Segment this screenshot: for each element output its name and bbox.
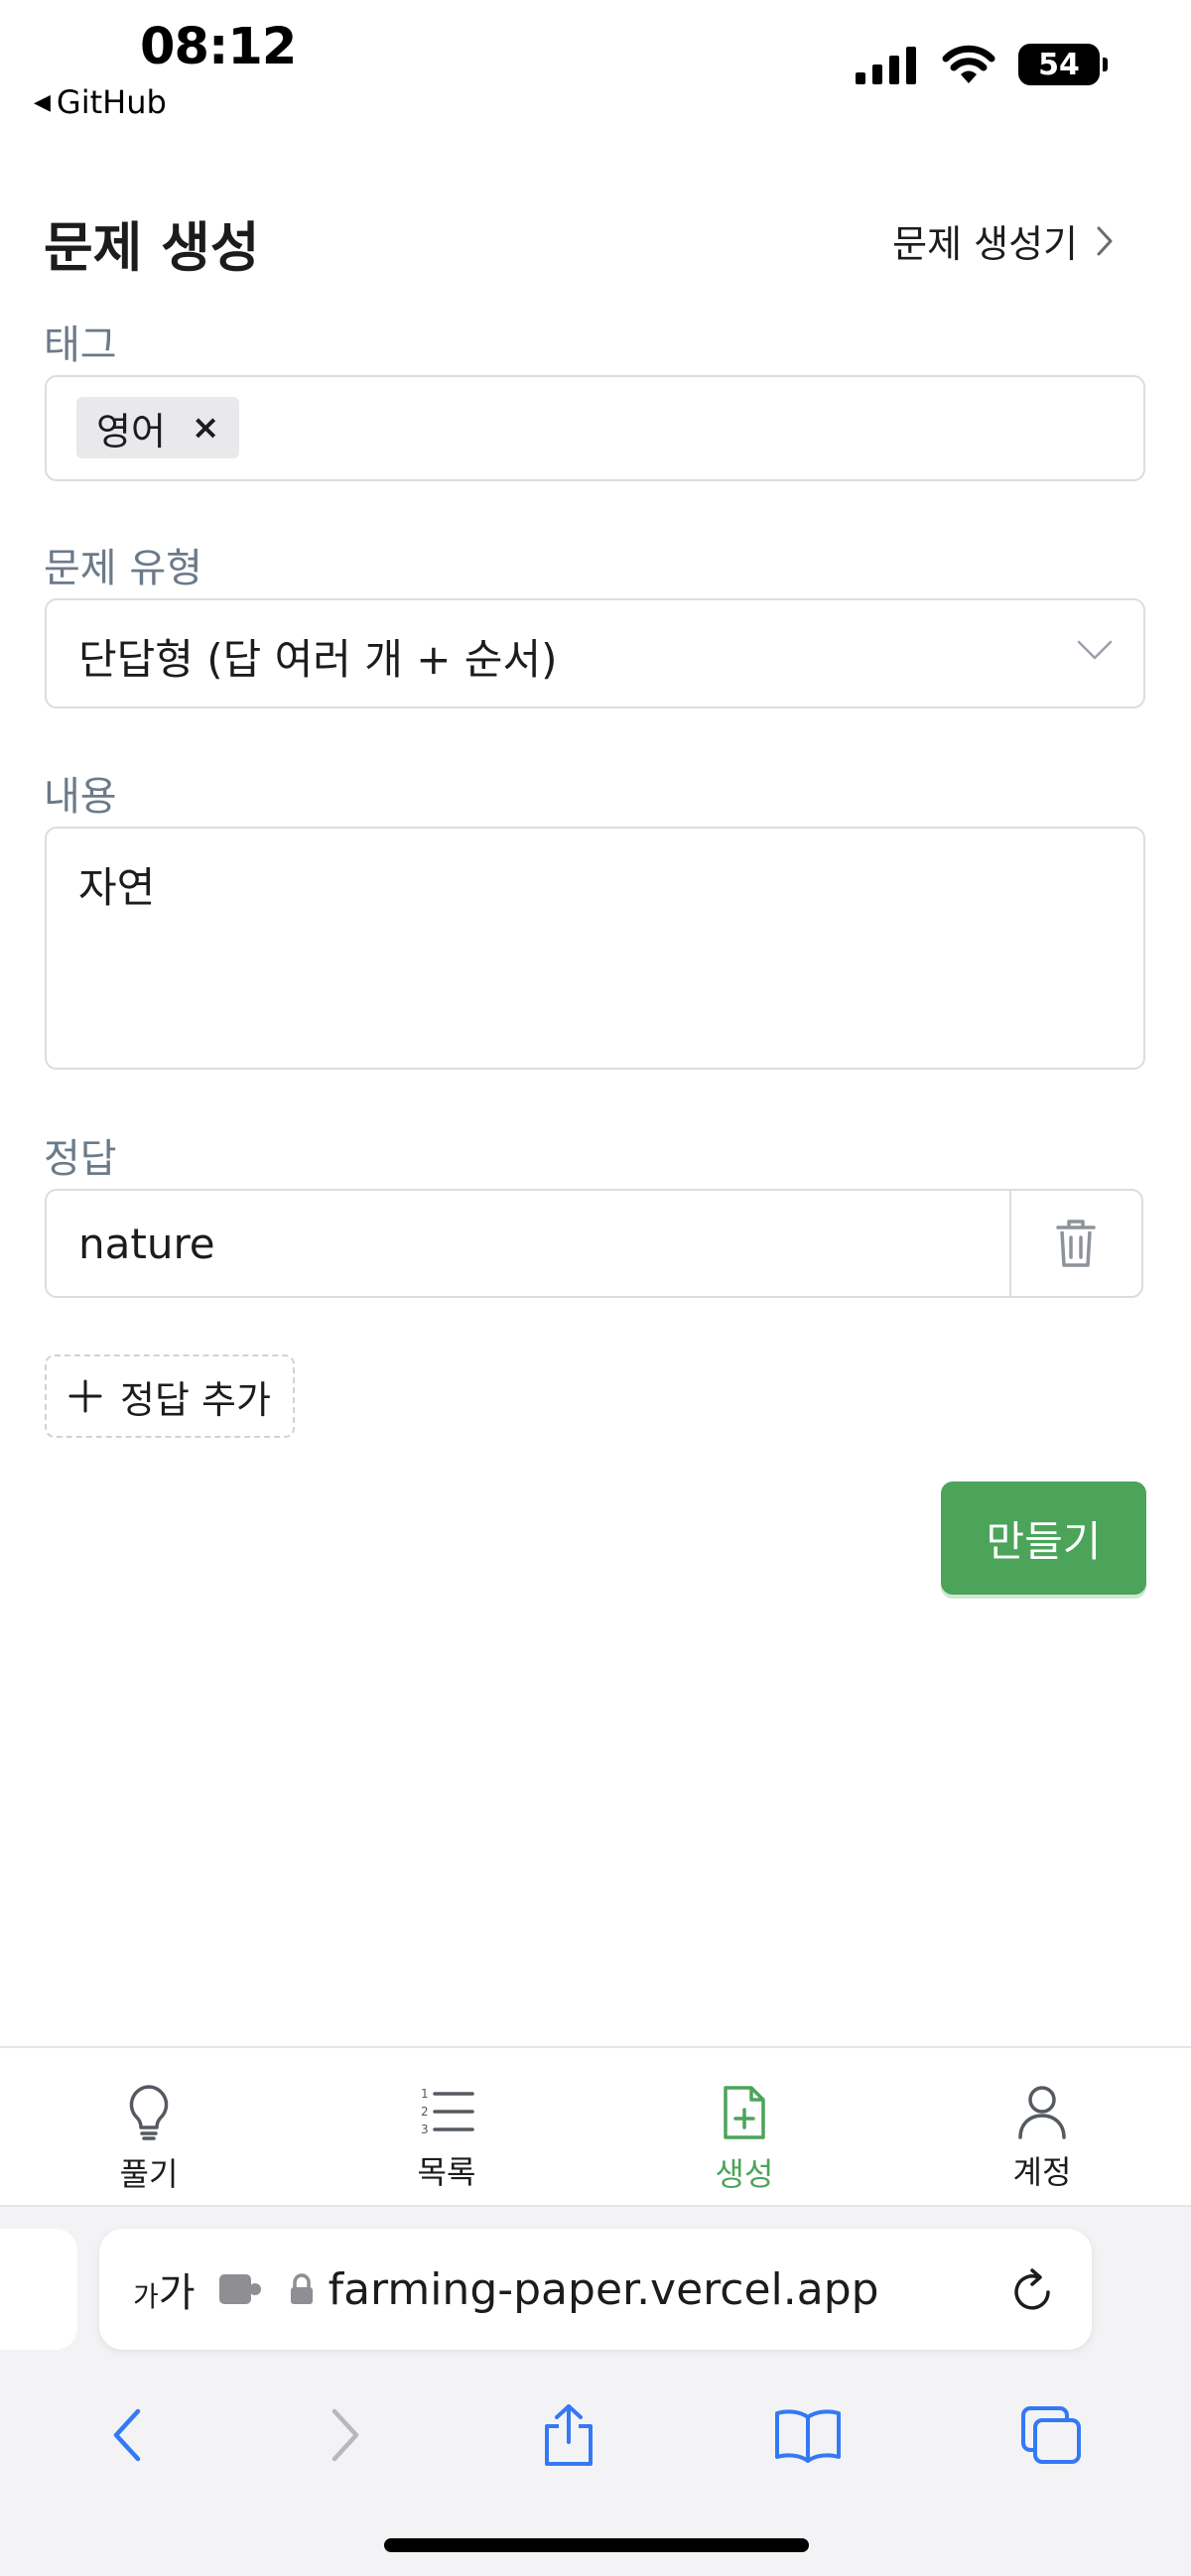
cellular-signal-icon xyxy=(856,47,916,84)
svg-text:2: 2 xyxy=(421,2105,429,2119)
content-textarea[interactable]: 자연 xyxy=(45,827,1145,1070)
answer-input[interactable]: nature xyxy=(47,1191,1011,1296)
lightbulb-icon xyxy=(129,2085,169,2140)
chevron-down-icon xyxy=(1077,640,1113,660)
reload-icon[interactable] xyxy=(1010,2266,1056,2314)
question-type-select[interactable]: 단답형 (답 여러 개 + 순서) xyxy=(45,598,1145,708)
add-answer-button[interactable]: 정답 추가 xyxy=(45,1354,295,1438)
nav-label-list: 목록 xyxy=(417,2153,476,2191)
nav-item-account[interactable]: 계정 xyxy=(893,2048,1191,2205)
add-answer-label: 정답 추가 xyxy=(120,1377,271,1422)
create-button[interactable]: 만들기 xyxy=(941,1481,1146,1595)
plus-icon xyxy=(68,1379,102,1413)
page-settings-button[interactable]: 가가 xyxy=(133,2260,196,2318)
question-type-label: 문제 유형 xyxy=(44,546,202,591)
back-app-label: GitHub xyxy=(56,83,167,121)
user-icon xyxy=(1018,2086,1066,2139)
share-icon[interactable] xyxy=(541,2402,596,2468)
tabs-icon[interactable] xyxy=(1019,2404,1083,2466)
tag-chip-label: 영어 xyxy=(96,409,166,453)
answer-label: 정답 xyxy=(44,1136,117,1182)
tag-remove-icon[interactable]: × xyxy=(192,408,220,448)
back-triangle-icon: ◀ xyxy=(34,89,51,115)
tag-chip: 영어 × xyxy=(76,397,240,458)
trash-icon xyxy=(1055,1220,1096,1267)
question-type-value: 단답형 (답 여러 개 + 순서) xyxy=(78,635,558,684)
nav-item-solve[interactable]: 풀기 xyxy=(0,2048,298,2205)
forward-arrow-icon[interactable] xyxy=(325,2405,364,2465)
battery-level: 54 xyxy=(1038,47,1080,82)
wifi-icon xyxy=(942,45,995,83)
nav-label-create: 생성 xyxy=(715,2155,774,2193)
nav-label-account: 계정 xyxy=(1012,2153,1072,2191)
lock-icon xyxy=(290,2273,313,2304)
svg-text:3: 3 xyxy=(421,2123,429,2136)
tags-input[interactable]: 영어 × xyxy=(45,375,1145,481)
generator-link-label: 문제 생성기 xyxy=(892,222,1078,266)
nav-label-solve: 풀기 xyxy=(119,2155,179,2193)
status-time: 08:12 xyxy=(140,18,297,76)
url-text: farming-paper.vercel.app xyxy=(328,2263,879,2315)
status-icons: 54 xyxy=(856,44,1108,85)
answer-row: nature xyxy=(45,1189,1143,1298)
generator-link[interactable]: 문제 생성기 xyxy=(892,213,1114,268)
svg-text:1: 1 xyxy=(421,2087,429,2101)
tags-label: 태그 xyxy=(44,322,117,368)
content-label: 내용 xyxy=(44,774,117,820)
home-indicator xyxy=(384,2538,809,2552)
chevron-right-icon xyxy=(1097,226,1113,255)
file-plus-icon xyxy=(724,2086,765,2139)
bookmarks-icon[interactable] xyxy=(773,2407,843,2463)
address-bar[interactable]: 가가 farming-paper.vercel.app xyxy=(99,2229,1092,2350)
back-arrow-icon[interactable] xyxy=(108,2405,148,2465)
numbered-list-icon: 1 2 3 xyxy=(421,2087,474,2136)
browser-toolbar xyxy=(0,2376,1191,2495)
nav-item-list[interactable]: 1 2 3 목록 xyxy=(298,2048,596,2205)
back-to-app-link[interactable]: ◀ GitHub xyxy=(34,83,167,121)
previous-tab-preview[interactable] xyxy=(0,2229,77,2350)
content-value: 자연 xyxy=(78,863,156,912)
nav-item-create[interactable]: 생성 xyxy=(596,2048,893,2205)
delete-answer-button[interactable] xyxy=(1009,1191,1141,1296)
extension-icon[interactable] xyxy=(217,2272,263,2306)
page-title: 문제 생성 xyxy=(44,216,260,279)
bottom-nav: 풀기 1 2 3 목록 생성 계정 xyxy=(0,2046,1191,2205)
battery-indicator: 54 xyxy=(1018,44,1108,85)
browser-chrome: 가가 farming-paper.vercel.app xyxy=(0,2205,1191,2576)
